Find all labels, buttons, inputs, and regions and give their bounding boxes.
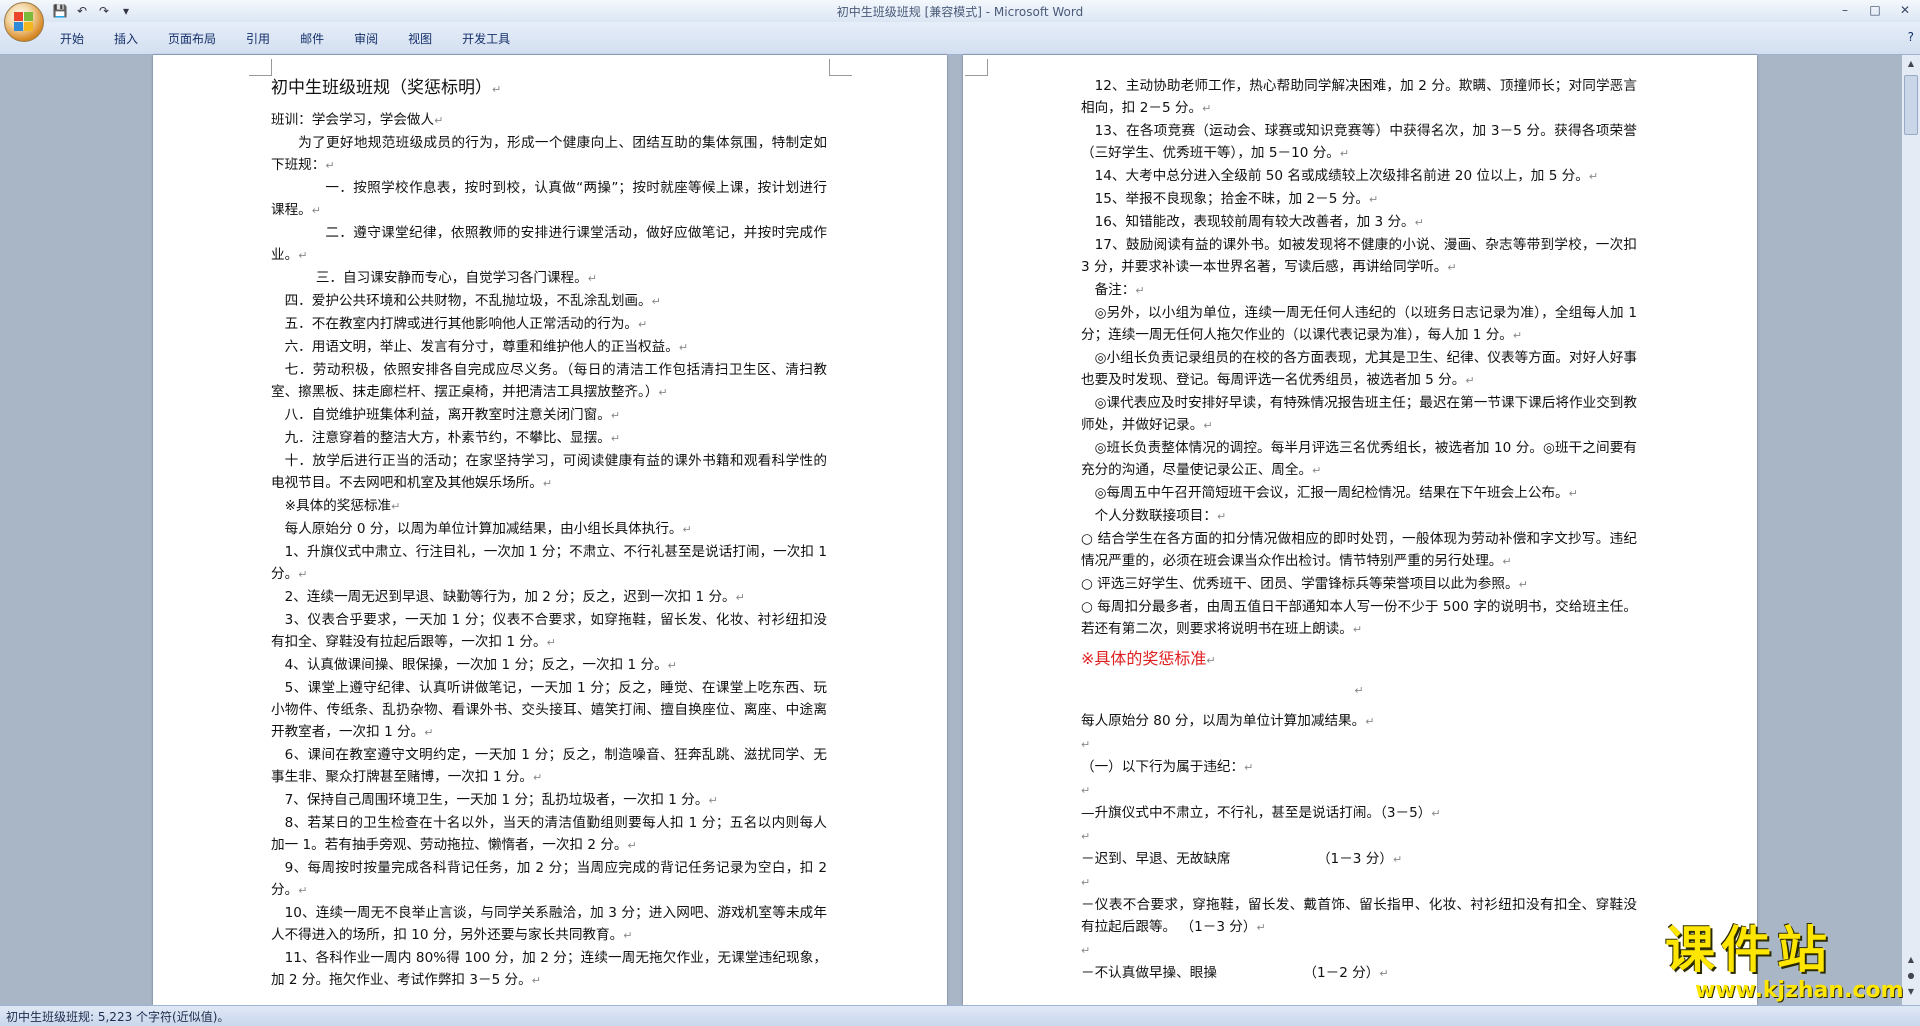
empty-paragraph: ↵ [1081, 738, 1091, 751]
paragraph: 4、认真做课间操、眼保操，一次加 1 分；反之，一次扣 1 分。↵ [284, 657, 677, 673]
paragraph: 五．不在教室内打牌或进行其他影响他人正常活动的行为。↵ [284, 316, 648, 332]
paragraph: （一）以下行为属于违纪：↵ [1081, 759, 1254, 775]
paragraph: 每人原始分 0 分，以周为单位计算加减结果，由小组长具体执行。↵ [284, 521, 692, 537]
tab-mailings[interactable]: 邮件 [285, 28, 339, 50]
paragraph: 四．爱护公共环境和公共财物，不乱抛垃圾，不乱涂乱划画。↵ [284, 293, 661, 309]
paragraph: 8、若某日的卫生检查在十名以外，当天的清洁值勤组则要每人扣 1 分；五名以内则每… [271, 815, 827, 853]
scroll-up-icon[interactable]: ▲ [1904, 57, 1918, 71]
paragraph: ◎小组长负责记录组员的在校的各方面表现，尤其是卫生、纪律、仪表等方面。对好人好事… [1081, 350, 1637, 388]
section-heading: ※具体的奖惩标准↵ [1081, 649, 1216, 668]
watermark-url: www.kjzhan.com [1695, 978, 1904, 1003]
paragraph: 5、课堂上遵守纪律、认真听讲做笔记，一天加 1 分；反之，睡觉、在课堂上吃东西、… [271, 680, 827, 740]
margin-corner-mark [249, 59, 272, 76]
paragraph: 9、每周按时按量完成各科背记任务，加 2 分；当周应完成的背记任务记录为空白，扣… [271, 860, 827, 898]
window-title: 初中生班级班规 [兼容模式] - Microsoft Word [836, 5, 1084, 19]
maximize-button[interactable]: □ [1860, 0, 1890, 20]
site-watermark: 课件站 www.kjzhan.com [1665, 922, 1915, 1005]
ribbon-tabs: 开始 插入 页面布局 引用 邮件 审阅 视图 开发工具 [50, 28, 525, 50]
window-controls: – □ ✕ [1830, 0, 1920, 20]
document-page-1[interactable]: 初中生班级班规（奖惩标明）↵ 班训：学会学习，学会做人↵ 为了更好地规范班级成员… [153, 55, 947, 1005]
title-bar: 💾 ↶ ↷ ▾ 初中生班级班规 [兼容模式] - Microsoft Word … [0, 0, 1920, 22]
minimize-button[interactable]: – [1830, 0, 1860, 20]
empty-paragraph: ↵ [1354, 684, 1364, 697]
paragraph: ※具体的奖惩标准↵ [284, 498, 401, 514]
paragraph: 2、连续一周无迟到早退、缺勤等行为，加 2 分；反之，迟到一次扣 1 分。↵ [284, 589, 745, 605]
paragraph: 一．按照学校作息表，按时到校，认真做“两操”；按时就座等候上课，按计划进行课程。… [271, 180, 827, 218]
paragraph: 10、连续一周无不良举止言谈，与同学关系融洽，加 3 分；进入网吧、游戏机室等未… [271, 905, 827, 943]
empty-paragraph: ↵ [1081, 876, 1091, 889]
paragraph: 班训：学会学习，学会做人↵ [271, 112, 444, 128]
paragraph: ◎班长负责整体情况的调控。每半月评选三名优秀组长，被选者加 10 分。◎班干之间… [1081, 440, 1637, 478]
page-2-text: 12、主动协助老师工作，热心帮助同学解决困难，加 2 分。欺瞒、顶撞师长；对同学… [1081, 75, 1637, 985]
tab-view[interactable]: 视图 [393, 28, 447, 50]
watermark-title: 课件站 [1665, 921, 1833, 979]
tab-review[interactable]: 审阅 [339, 28, 393, 50]
paragraph: 3、仪表合乎要求，一天加 1 分；仪表不合要求，如穿拖鞋，留长发、化妆、衬衫纽扣… [271, 612, 827, 650]
scrollbar-thumb[interactable] [1904, 75, 1918, 135]
empty-paragraph: ↵ [1081, 944, 1091, 957]
paragraph: 16、知错能改，表现较前周有较大改善者，加 3 分。↵ [1094, 214, 1424, 230]
margin-corner-mark [965, 59, 988, 76]
paragraph: 17、鼓励阅读有益的课外书。如被发现将不健康的小说、漫画、杂志等带到学校，一次扣… [1081, 237, 1637, 275]
paragraph: 为了更好地规范班级成员的行为，形成一个健康向上、团结互助的集体氛围，特制定如下班… [271, 135, 827, 173]
paragraph: 11、各科作业一周内 80%得 100 分，加 2 分；连续一周无拖欠作业，无课… [271, 950, 827, 988]
paragraph: 15、举报不良现象；拾金不昧，加 2－5 分。↵ [1094, 191, 1379, 207]
paragraph: 八．自觉维护班集体利益，离开教室时注意关闭门窗。↵ [284, 407, 621, 423]
paragraph: ◎每周五中午召开简短班干会议，汇报一周纪检情况。结果在下午班会上公布。↵ [1094, 485, 1578, 501]
paragraph: －仪表不合要求，穿拖鞋，留长发、戴首饰、留长指甲、化妆、衬衫纽扣没有扣全、穿鞋没… [1081, 897, 1637, 935]
paragraph: 三．自习课安静而专心，自觉学习各门课程。↵ [315, 270, 597, 286]
word-count-status[interactable]: 初中生班级班规: 5,223 个字符(近似值)。 [6, 1008, 229, 1025]
paragraph: 14、大考中总分进入全级前 50 名或成绩较上次级排名前进 20 位以上，加 5… [1094, 168, 1599, 184]
page-1-text: 初中生班级班规（奖惩标明）↵ 班训：学会学习，学会做人↵ 为了更好地规范班级成员… [271, 75, 827, 992]
paragraph: 个人分数联接项目：↵ [1094, 508, 1227, 524]
paragraph: 九．注意穿着的整洁大方，朴素节约，不攀比、显摆。↵ [284, 430, 621, 446]
paragraph: 12、主动协助老师工作，热心帮助同学解决困难，加 2 分。欺瞒、顶撞师长；对同学… [1081, 78, 1637, 116]
paragraph: －迟到、早退、无故缺席 （1－3 分）↵ [1081, 851, 1403, 867]
paragraph: ○ 评选三好学生、优秀班干、团员、学雷锋标兵等荣誉项目以此为参照。↵ [1081, 576, 1528, 592]
tab-insert[interactable]: 插入 [99, 28, 153, 50]
close-button[interactable]: ✕ [1890, 0, 1920, 20]
paragraph: —升旗仪式中不肃立，不行礼，甚至是说话打闹。（3－5）↵ [1081, 805, 1441, 821]
vertical-scrollbar[interactable]: ▲ ▲ ● ▼ [1902, 55, 1920, 1005]
tab-developer[interactable]: 开发工具 [447, 28, 525, 50]
office-button[interactable] [4, 2, 44, 42]
ribbon: 开始 插入 页面布局 引用 邮件 审阅 视图 开发工具 ? [0, 22, 1920, 55]
office-logo-icon [14, 12, 34, 32]
help-icon[interactable]: ? [1908, 30, 1914, 44]
paragraph: 二．遵守课堂纪律，依照教师的安排进行课堂活动，做好应做笔记，并按时完成作业。↵ [271, 225, 827, 263]
document-title: 初中生班级班规（奖惩标明） [271, 78, 492, 98]
empty-paragraph: ↵ [1081, 784, 1091, 797]
document-page-2[interactable]: 12、主动协助老师工作，热心帮助同学解决困难，加 2 分。欺瞒、顶撞师长；对同学… [963, 55, 1757, 1005]
paragraph: 十．放学后进行正当的活动；在家坚持学习，可阅读健康有益的课外书籍和观看科学性的电… [271, 453, 827, 491]
paragraph: －不认真做早操、眼操 （1－2 分）↵ [1081, 965, 1389, 981]
paragraph: ◎课代表应及时安排好早读，有特殊情况报告班主任；最迟在第一节课下课后将作业交到教… [1081, 395, 1637, 433]
paragraph: 七．劳动积极，依照安排各自完成应尽义务。（每日的清洁工作包括清扫卫生区、清扫教室… [271, 362, 827, 400]
paragraph: ○ 结合学生在各方面的扣分情况做相应的即时处罚，一般体现为劳动补偿和字文抄写。违… [1081, 531, 1637, 569]
empty-paragraph: ↵ [1081, 830, 1091, 843]
paragraph: 备注：↵ [1094, 282, 1145, 298]
paragraph: 六．用语文明，举止、发言有分寸，尊重和维护他人的正当权益。↵ [284, 339, 689, 355]
tab-home[interactable]: 开始 [50, 28, 99, 50]
paragraph: 1、升旗仪式中肃立、行注目礼，一次加 1 分；不肃立、不行礼甚至是说话打闹，一次… [271, 544, 827, 582]
paragraph: ◎另外，以小组为单位，连续一周无任何人违纪的（以班务日志记录为准），全组每人加 … [1081, 305, 1637, 343]
paragraph: 7、保持自己周围环境卫生，一天加 1 分；乱扔垃圾者，一次扣 1 分。↵ [284, 792, 718, 808]
paragraph: 每人原始分 80 分，以周为单位计算加减结果。↵ [1081, 713, 1375, 729]
paragraph: 13、在各项竞赛（运动会、球赛或知识竞赛等）中获得名次，加 3－5 分。获得各项… [1081, 123, 1637, 161]
status-bar: 初中生班级班规: 5,223 个字符(近似值)。 [0, 1005, 1920, 1026]
paragraph: ○ 每周扣分最多者，由周五值日干部通知本人写一份不少于 500 字的说明书，交给… [1081, 599, 1637, 637]
tab-references[interactable]: 引用 [231, 28, 285, 50]
paragraph: 6、课间在教室遵守文明约定，一天加 1 分；反之，制造噪音、狂奔乱跳、滋扰同学、… [271, 747, 827, 785]
margin-corner-mark [829, 59, 852, 76]
tab-page-layout[interactable]: 页面布局 [153, 28, 231, 50]
